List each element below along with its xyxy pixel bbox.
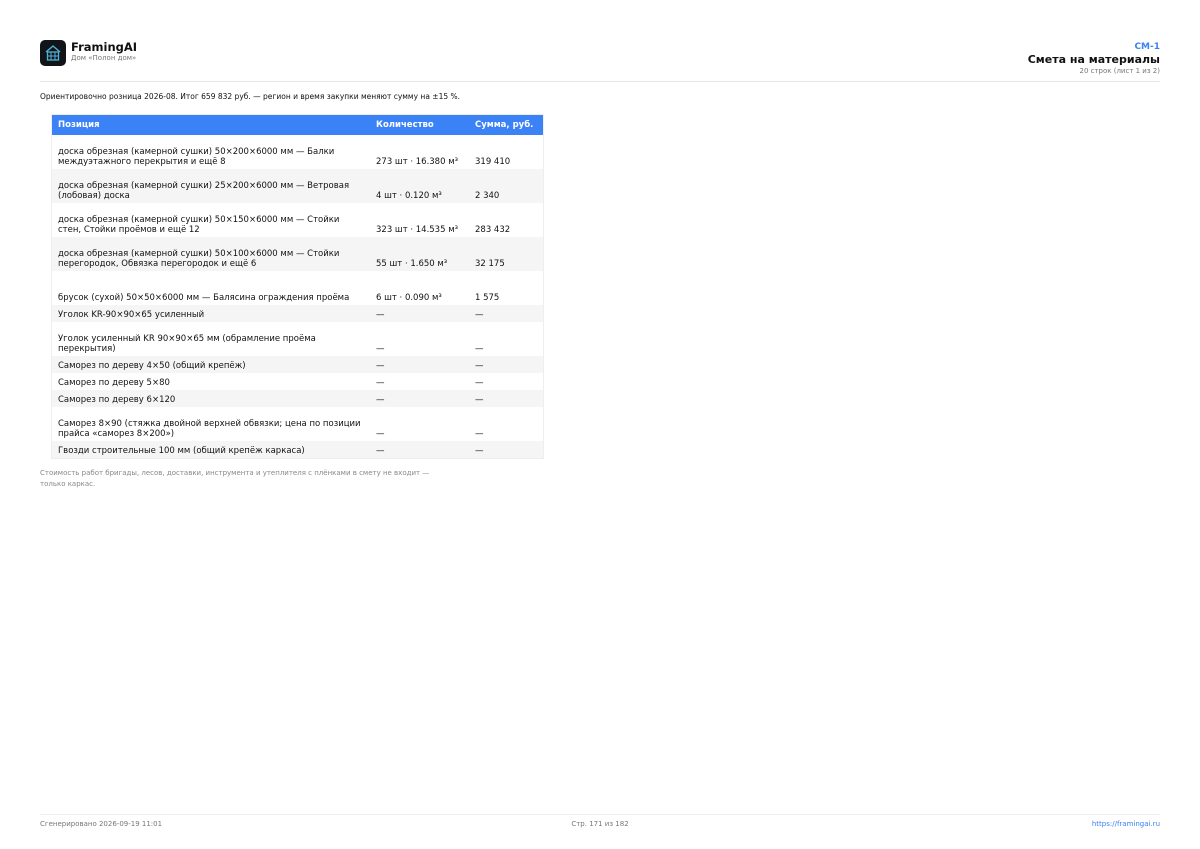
cell-sum: 1 575 xyxy=(475,292,500,303)
cell-quantity: — xyxy=(370,441,469,458)
table-row: Уголок усиленный KR 90×90×65 мм (обрамле… xyxy=(52,322,543,356)
table-row: Саморез по дереву 4×50 (общий крепёж) — — xyxy=(52,356,543,373)
cell-position: Уголок усиленный KR 90×90×65 мм (обрамле… xyxy=(58,334,316,354)
table-row: Саморез по дереву 6×120— — xyxy=(52,390,543,407)
cell-position: доска обрезная (камерной сушки) 50×150×6… xyxy=(58,215,340,235)
header-position: Позиция xyxy=(52,115,370,135)
intro-text: Ориентировочно розница 2026-08. Итог 659… xyxy=(40,92,461,101)
table-row: доска обрезная (камерной сушки) 50×150×6… xyxy=(52,203,543,237)
project-name: Дом «Полон дом» xyxy=(71,54,137,62)
cell-position: Саморез по дереву 6×120 xyxy=(52,390,370,407)
cell-position: Гвозди строительные 100 мм (общий крепёж… xyxy=(52,441,370,458)
brand-name: FramingAI xyxy=(71,40,138,54)
cell-sum: — xyxy=(469,441,543,458)
table-row: Уголок KR-90×90×65 усиленный — — xyxy=(52,305,543,322)
cell-position: Уголок KR-90×90×65 усиленный xyxy=(52,305,370,322)
document-code: СМ-1 xyxy=(1134,42,1160,52)
cell-sum: — xyxy=(469,356,543,373)
cell-sum: 32 175 xyxy=(469,237,543,271)
cell-position: брусок (сухой) 50×50×6000 мм — Балясина … xyxy=(58,292,350,303)
cell-quantity: — xyxy=(370,305,469,322)
table-row: доска обрезная (камерной сушки) 25×200×6… xyxy=(52,169,543,203)
cell-quantity: — xyxy=(376,428,385,439)
cell-quantity: — xyxy=(370,356,469,373)
house-icon xyxy=(45,45,61,61)
document-title: Смета на материалы xyxy=(1027,53,1160,66)
cell-quantity: — xyxy=(376,377,385,388)
table-row: брусок (сухой) 50×50×6000 мм — Балясина … xyxy=(52,271,543,305)
footer: Сгенерировано 2026-09-19 11:01 Стр. 171 … xyxy=(40,814,1160,834)
document-subtitle: 20 строк (лист 1 из 2) xyxy=(1079,67,1160,75)
table-body: доска обрезная (камерной сушки) 50×200×6… xyxy=(52,135,543,458)
table-row: Саморез 8×90 (стяжка двойной верхней обв… xyxy=(52,407,543,441)
cell-position: доска обрезная (камерной сушки) 50×100×6… xyxy=(52,237,370,271)
cell-quantity: 4 шт · 0.120 м³ xyxy=(370,169,469,203)
brand-logo xyxy=(40,40,66,66)
header-quantity: Количество xyxy=(370,115,469,135)
cell-sum: 2 340 xyxy=(469,169,543,203)
table-header-row: Позиция Количество Сумма, руб. xyxy=(52,115,543,135)
footnote: Стоимость работ бригады, лесов, доставки… xyxy=(40,469,430,488)
cell-sum: — xyxy=(475,377,484,388)
page-number: Стр. 171 из 182 xyxy=(571,820,629,828)
table-row: доска обрезная (камерной сушки) 50×200×6… xyxy=(52,135,543,169)
materials-table: Позиция Количество Сумма, руб. доска обр… xyxy=(51,114,544,459)
cell-position: доска обрезная (камерной сушки) 25×200×6… xyxy=(52,169,370,203)
cell-quantity: 273 шт · 16.380 м³ xyxy=(376,156,459,167)
cell-quantity: — xyxy=(370,390,469,407)
cell-quantity: 55 шт · 1.650 м³ xyxy=(370,237,469,271)
cell-sum: 319 410 xyxy=(475,156,511,167)
cell-sum: — xyxy=(475,343,484,354)
cell-position: Саморез 8×90 (стяжка двойной верхней обв… xyxy=(58,419,361,439)
table-row: доска обрезная (камерной сушки) 50×100×6… xyxy=(52,237,543,271)
cell-sum: — xyxy=(469,390,543,407)
site-link[interactable]: https://framingai.ru xyxy=(1092,820,1160,828)
cell-quantity: 6 шт · 0.090 м³ xyxy=(376,292,442,303)
cell-sum: — xyxy=(475,428,484,439)
header-sum: Сумма, руб. xyxy=(469,115,543,135)
cell-position: Саморез по дереву 4×50 (общий крепёж) xyxy=(52,356,370,373)
cell-quantity: 323 шт · 14.535 м³ xyxy=(376,224,459,235)
cell-position: доска обрезная (камерной сушки) 50×200×6… xyxy=(58,147,335,167)
cell-quantity: — xyxy=(376,343,385,354)
table-row: Гвозди строительные 100 мм (общий крепёж… xyxy=(52,441,543,458)
header: FramingAI Дом «Полон дом» СМ-1 Смета на … xyxy=(40,40,1160,82)
table-row: Саморез по дереву 5×80 — — xyxy=(52,373,543,390)
page: FramingAI Дом «Полон дом» СМ-1 Смета на … xyxy=(0,0,1200,849)
cell-sum: 283 432 xyxy=(475,224,511,235)
cell-sum: — xyxy=(469,305,543,322)
cell-position: Саморез по дереву 5×80 xyxy=(58,377,170,388)
